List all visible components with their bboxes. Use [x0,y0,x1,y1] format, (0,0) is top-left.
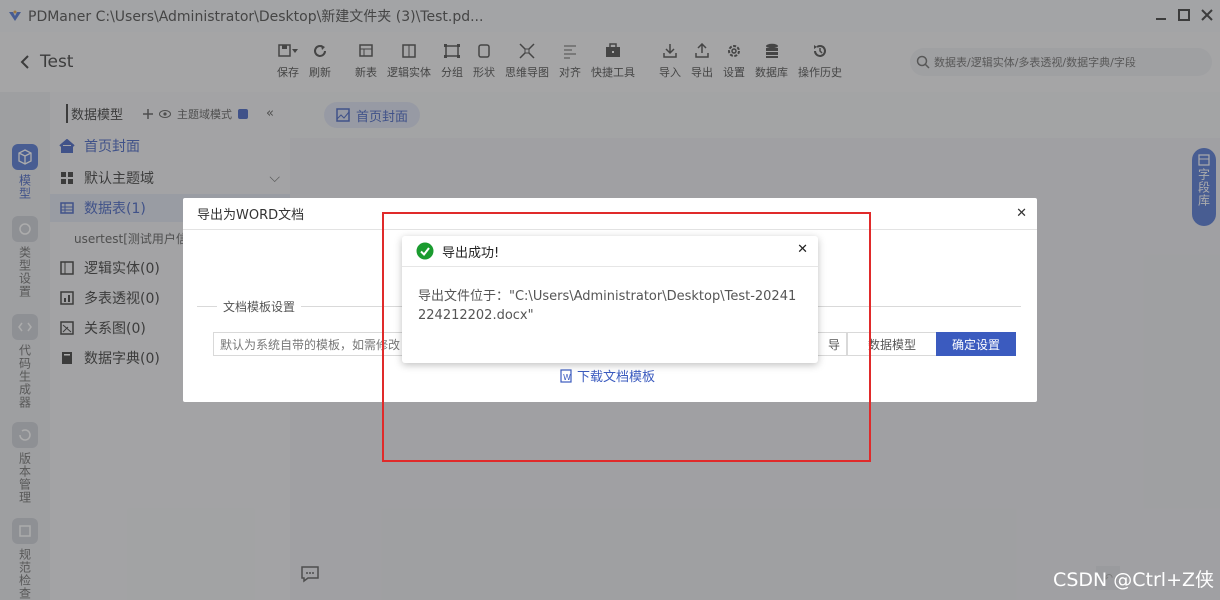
watermark: CSDN @Ctrl+Z侠 [1053,569,1214,591]
close-icon[interactable]: ✕ [1016,206,1027,221]
highlight-box [382,212,871,462]
confirm-settings-button[interactable]: 确定设置 [936,332,1016,356]
template-legend: 文档模板设置 [217,298,302,315]
